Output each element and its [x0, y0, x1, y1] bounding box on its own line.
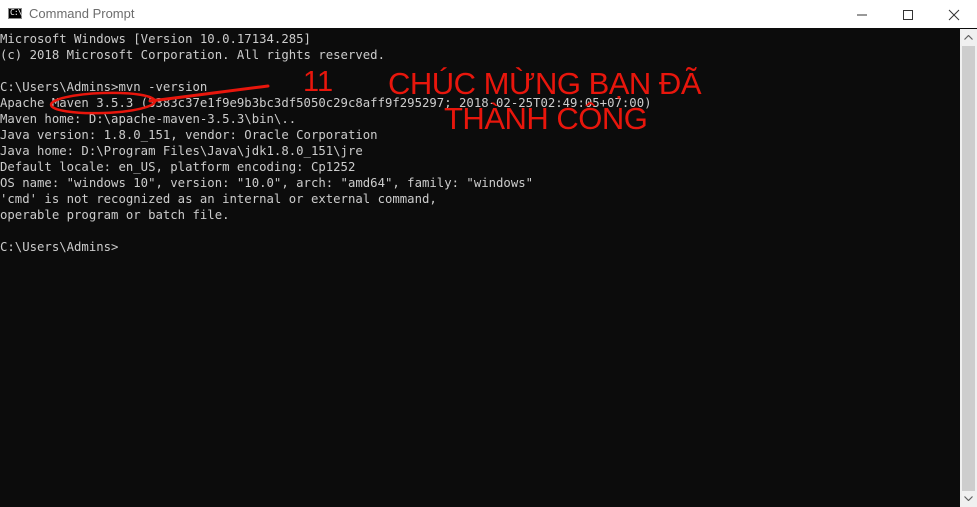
- chevron-up-icon: [964, 35, 973, 40]
- title-bar[interactable]: C:\ Command Prompt: [0, 0, 977, 28]
- console-line: Java version: 1.8.0_151, vendor: Oracle …: [0, 128, 378, 142]
- maximize-icon: [903, 10, 913, 20]
- minimize-button[interactable]: [839, 0, 885, 28]
- scroll-up-button[interactable]: [960, 29, 977, 46]
- window-title: Command Prompt: [29, 6, 135, 21]
- close-button[interactable]: [931, 0, 977, 28]
- console-line: Maven home: D:\apache-maven-3.5.3\bin\..: [0, 112, 297, 126]
- annotation-congrats-line2: THÀNH CÔNG: [444, 101, 648, 136]
- scrollbar-thumb[interactable]: [962, 46, 975, 491]
- console-line: OS name: "windows 10", version: "10.0", …: [0, 176, 534, 190]
- command-prompt-line: C:\Users\Admins>: [0, 240, 119, 254]
- console-line: 'cmd' is not recognized as an internal o…: [0, 192, 437, 206]
- console-line: Microsoft Windows [Version 10.0.17134.28…: [0, 32, 311, 46]
- annotation-congrats-line1: CHÚC MỪNG BẠN ĐÃ: [388, 66, 702, 101]
- app-icon-label: C:\: [10, 8, 22, 17]
- scroll-down-button[interactable]: [960, 490, 977, 507]
- minimize-icon: [857, 14, 867, 16]
- command-prompt-icon[interactable]: C:\: [8, 8, 22, 19]
- console-line: (c) 2018 Microsoft Corporation. All righ…: [0, 48, 385, 62]
- console-line: operable program or batch file.: [0, 208, 230, 222]
- close-icon: [948, 9, 960, 21]
- chevron-down-icon: [964, 496, 973, 501]
- console-line: Default locale: en_US, platform encoding…: [0, 160, 356, 174]
- console-line: Java home: D:\Program Files\Java\jdk1.8.…: [0, 144, 363, 158]
- maximize-button[interactable]: [885, 0, 931, 28]
- vertical-scrollbar[interactable]: [960, 29, 977, 507]
- console-line: C:\Users\Admins>mvn -version: [0, 80, 208, 94]
- annotation-step-number: 11: [303, 66, 334, 98]
- command-prompt-window: C:\ Command Prompt Microsoft Windows [Ve…: [0, 0, 977, 507]
